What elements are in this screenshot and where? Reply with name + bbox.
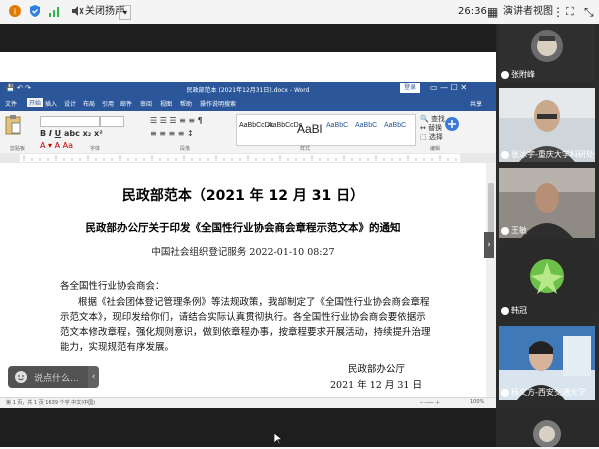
word-status-bar: 第 1 页，共 1 页 1639 个字 中文(中国) ─ ─── ＋ 100%	[0, 397, 496, 408]
word-document-title: 民政部范本 (2021年12月31日).docx - Word	[186, 87, 310, 94]
font-size-box[interactable]	[100, 116, 124, 127]
status-text: 第 1 页，共 1 页 1639 个字 中文(中国)	[6, 400, 96, 406]
word-tab[interactable]: 视图	[160, 99, 172, 108]
more-icon[interactable]: ⋮	[552, 4, 564, 20]
participant-name: 韩冠	[511, 306, 527, 315]
participant-name: 张冰宇-重庆大学科研处学院	[511, 150, 595, 159]
word-tab[interactable]: 插入	[45, 99, 57, 108]
word-ribbon-tabs: 文件 开始 插入 设计 布局 引用 邮件 审阅 视图 帮助 操作说明搜索 共享	[0, 95, 496, 111]
view-mode-label[interactable]: 演讲者视图	[503, 4, 553, 20]
meeting-toolbar: i 关闭扬声 ▾ 26:36 ▦ 演讲者视图 ⋮ ⛶ ⤡	[0, 0, 599, 25]
zoom-level: 100%	[470, 399, 485, 405]
participant-tile[interactable]: 王敏	[499, 168, 595, 238]
participant-tile[interactable]: 杨文方-西安交通大学	[499, 326, 595, 400]
ribbon-group-label: 编辑	[430, 146, 441, 152]
doc-salutation: 各全国性行业协会商会：	[60, 281, 165, 292]
document-page[interactable]: 民政部范本（2021 年 12 月 31 日） 民政部办公厅关于印发《全国性行业…	[0, 163, 486, 397]
participant-tile[interactable]: 韩冠	[499, 244, 595, 318]
mic-icon	[501, 388, 509, 397]
font-name-box[interactable]	[40, 116, 100, 127]
style-swatch[interactable]: AaBl	[297, 122, 322, 136]
word-tab[interactable]: 开始	[27, 98, 44, 107]
grid-view-icon[interactable]: ▦	[487, 4, 498, 20]
sidebar-collapse-chevron-icon[interactable]: ›	[484, 232, 494, 258]
chat-input-box[interactable]: 说点什么... ‹	[8, 366, 99, 388]
speaker-dropdown-chevron[interactable]: ▾	[119, 5, 132, 20]
window-controls[interactable]: ▭ — ☐ ✕	[430, 83, 467, 92]
font-format-buttons[interactable]: B I U abc x₂ x²	[40, 129, 103, 138]
doc-paragraph-line-1: 根据《社会团体登记管理条例》等法规政策，我部制定了《全国性行业协会商会章程	[78, 297, 430, 308]
participant-name: 杨文方-西安交通大学	[511, 388, 586, 397]
doc-paragraph-line-2: 示范文本》，现印发给你们，请结合实际认真贯彻执行。各全国性行业协会商会要依据示	[60, 312, 426, 323]
paste-button[interactable]	[4, 114, 26, 144]
word-tab[interactable]: 操作说明搜索	[200, 99, 236, 108]
mic-icon	[501, 306, 509, 315]
meeting-timer: 26:36	[458, 6, 487, 17]
doc-signature: 民政部办公厅	[348, 364, 406, 375]
share-button[interactable]: 共享	[470, 99, 482, 108]
participant-name: 王敏	[511, 226, 527, 235]
emoji-icon[interactable]	[14, 370, 28, 384]
participant-tile[interactable]: 张附峰	[499, 24, 595, 82]
doc-date: 2021 年 12 月 31 日	[330, 380, 422, 391]
word-tab[interactable]: 引用	[102, 99, 114, 108]
mic-icon	[501, 150, 509, 159]
style-swatch[interactable]: AaBbC	[326, 122, 348, 129]
participant-name: 张附峰	[511, 70, 535, 79]
svg-text:i: i	[14, 7, 16, 17]
doc-source: 中国社会组织登记服务 2022-01-10 08:27	[151, 247, 335, 258]
word-title-bar: 💾 ↶ ↷ 民政部范本 (2021年12月31日).docx - Word 登录…	[0, 82, 496, 95]
editing-buttons[interactable]: 🔍 查找 ↔ 替换 ⬚ 选择	[420, 115, 445, 142]
ribbon-group-label: 剪贴板	[10, 146, 26, 152]
word-tab[interactable]: 设计	[64, 99, 76, 108]
styles-gallery[interactable]: AaBbCcDc AaBbCcDc AaBl AaBbC AaBbC AaBbC	[236, 114, 416, 146]
word-tab[interactable]: 审阅	[140, 99, 152, 108]
shield-icon[interactable]	[28, 4, 42, 20]
word-tab[interactable]: 文件	[5, 99, 17, 108]
speaker-icon[interactable]	[70, 4, 84, 20]
zoom-slider[interactable]: ─ ─── ＋	[420, 399, 440, 406]
signal-icon[interactable]	[47, 4, 61, 20]
word-tab[interactable]: 邮件	[120, 99, 132, 108]
exit-fullscreen-icon[interactable]: ⤡	[584, 4, 594, 20]
doc-paragraph-line-3: 范文本修改章程，强化规则意识，做到依章程办事，按章程要求开展活动，持续提升治理	[60, 327, 431, 338]
participant-tile[interactable]	[499, 408, 595, 447]
doc-paragraph-line-4: 能力，实现规范有序发展。	[60, 342, 175, 353]
ribbon-group-label: 段落	[180, 146, 191, 152]
ribbon-group-labels: 剪贴板 字体 段落 样式 编辑	[0, 144, 496, 153]
participant-tile[interactable]: 张冰宇-重庆大学科研处学院	[499, 88, 595, 162]
collapse-chat-chevron-icon[interactable]: ‹	[88, 366, 99, 388]
chat-placeholder: 说点什么...	[34, 374, 79, 384]
paragraph-buttons[interactable]: ☰ ☰ ☰ ≡ ≡ ¶	[150, 116, 203, 125]
sensitivity-icon[interactable]	[443, 115, 463, 135]
doc-title: 民政部范本（2021 年 12 月 31 日）	[121, 188, 365, 204]
word-tab[interactable]: 帮助	[180, 99, 192, 108]
mic-icon	[501, 70, 509, 79]
doc-subtitle: 民政部办公厅关于印发《全国性行业协会商会章程示范文本》的通知	[85, 222, 401, 234]
info-icon[interactable]: i	[8, 4, 22, 20]
mic-icon	[501, 226, 509, 235]
ribbon-group-label: 字体	[90, 146, 101, 152]
alignment-buttons[interactable]: ≡ ≡ ≡ ≡ ↕	[150, 129, 194, 138]
fullscreen-icon[interactable]: ⛶	[566, 4, 574, 20]
login-button[interactable]: 登录	[400, 83, 421, 93]
ribbon-group-label: 样式	[300, 146, 311, 152]
mouse-cursor-icon	[273, 430, 283, 445]
document-scrollbar[interactable]	[486, 163, 496, 397]
word-tab[interactable]: 布局	[83, 99, 95, 108]
style-swatch[interactable]: AaBbC	[384, 122, 406, 129]
style-swatch[interactable]: AaBbC	[355, 122, 377, 129]
